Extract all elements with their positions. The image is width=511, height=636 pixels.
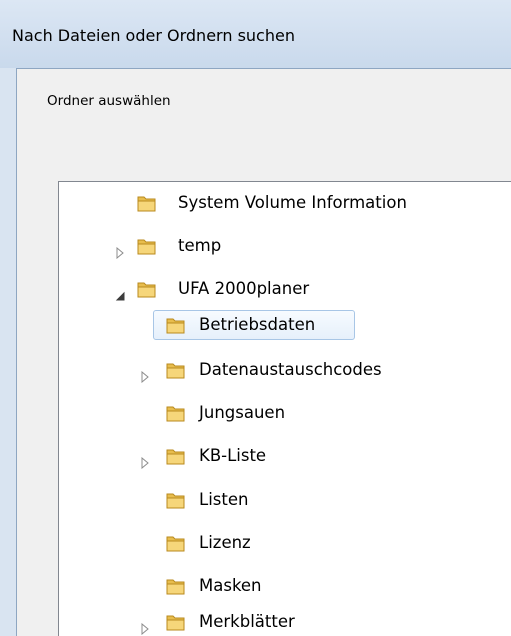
folder-icon: [165, 612, 187, 632]
tree-item-temp[interactable]: temp: [59, 232, 511, 260]
tree-item-label: Jungsauen: [199, 403, 286, 422]
tree-item-betriebsdaten[interactable]: Betriebsdaten: [59, 311, 511, 339]
tree-item-label: temp: [178, 236, 222, 255]
tree-item-label: Listen: [199, 490, 249, 509]
dialog-title: Nach Dateien oder Ordnern suchen: [12, 26, 295, 45]
tree-item-label: Betriebsdaten: [199, 315, 316, 334]
folder-icon: [165, 403, 187, 423]
folder-icon: [165, 315, 187, 335]
tree-item-label: Datenaustauschcodes: [199, 360, 382, 379]
tree-item-merkblaetter[interactable]: Merkblätter: [59, 608, 511, 636]
title-bar[interactable]: Nach Dateien oder Ordnern suchen: [0, 0, 511, 68]
folder-icon: [136, 236, 158, 256]
triangle-down-icon[interactable]: [114, 283, 126, 301]
triangle-right-icon[interactable]: [139, 616, 151, 636]
tree-item-label: KB-Liste: [199, 446, 267, 465]
folder-icon: [136, 279, 158, 299]
tree-item-kb-liste[interactable]: KB-Liste: [59, 442, 511, 470]
tree-item-label: Lizenz: [199, 533, 251, 552]
folder-icon: [165, 490, 187, 510]
tree-item-datenaustauschcodes[interactable]: Datenaustauschcodes: [59, 356, 511, 384]
tree-item-listen[interactable]: Listen: [59, 486, 511, 514]
browse-folder-dialog: Nach Dateien oder Ordnern suchen Ordner …: [0, 0, 511, 636]
triangle-right-icon[interactable]: [139, 450, 151, 470]
folder-icon: [165, 446, 187, 466]
tree-item-jungsauen[interactable]: Jungsauen: [59, 399, 511, 427]
triangle-right-icon[interactable]: [114, 240, 126, 260]
tree-item-label: Masken: [199, 576, 262, 595]
tree-item-system-volume-information[interactable]: System Volume Information: [59, 189, 511, 217]
triangle-right-icon[interactable]: [139, 364, 151, 384]
select-folder-prompt: Ordner auswählen: [47, 93, 171, 109]
folder-icon: [136, 193, 158, 213]
folder-icon: [165, 360, 187, 380]
tree-item-masken[interactable]: Masken: [59, 572, 511, 600]
folder-icon: [165, 576, 187, 596]
tree-item-ufa-2000planer[interactable]: UFA 2000planer: [59, 275, 511, 303]
tree-item-label: System Volume Information: [178, 193, 407, 212]
tree-item-lizenz[interactable]: Lizenz: [59, 529, 511, 557]
tree-item-label: Merkblätter: [199, 612, 295, 631]
folder-icon: [165, 533, 187, 553]
tree-item-label: UFA 2000planer: [178, 279, 310, 298]
folder-tree[interactable]: System Volume Information temp UFA 2000p…: [58, 181, 511, 636]
